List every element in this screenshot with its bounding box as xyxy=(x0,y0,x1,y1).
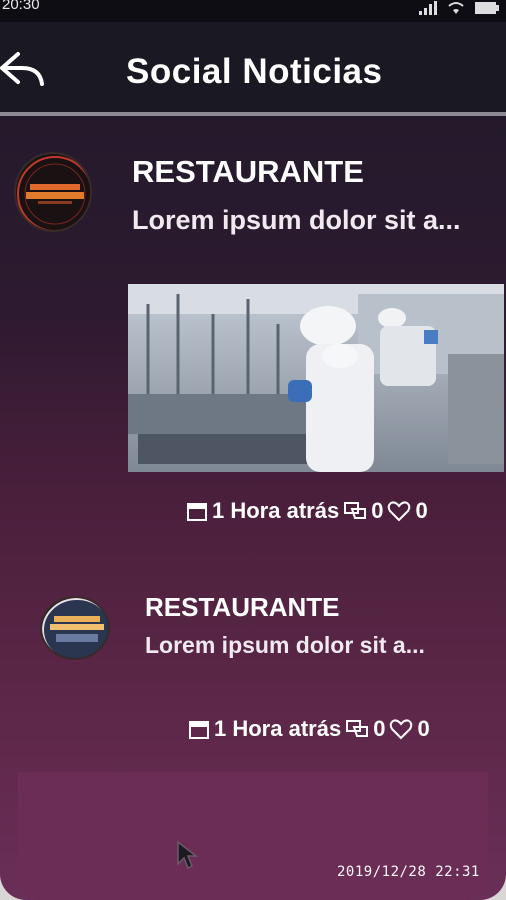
post-text: Lorem ipsum dolor sit a... xyxy=(145,632,425,658)
heart-icon[interactable] xyxy=(389,718,413,740)
heart-icon[interactable] xyxy=(387,500,411,522)
photo-timestamp: 2019/12/28 22:31 xyxy=(337,864,480,880)
calendar-icon xyxy=(187,503,207,521)
comment-icon[interactable] xyxy=(345,718,369,740)
bottom-bar xyxy=(18,772,488,900)
post-time: 1 Hora atrás xyxy=(214,716,342,741)
cursor-icon xyxy=(177,840,198,870)
factory-photo xyxy=(128,284,504,472)
avatar xyxy=(40,596,110,660)
post-time: 1 Hora atrás xyxy=(212,498,340,523)
restaurant-logo-icon xyxy=(17,156,90,230)
post-title: RESTAURANTE xyxy=(145,592,340,622)
comment-count: 0 xyxy=(371,498,384,523)
restaurant-logo-icon xyxy=(42,598,108,658)
post-card[interactable]: RESTAURANTE Lorem ipsum dolor sit a... 1… xyxy=(0,540,506,770)
comment-count: 0 xyxy=(373,716,386,741)
calendar-icon xyxy=(189,721,209,739)
post-image[interactable] xyxy=(128,284,504,472)
app-screen: 20:30 Social Noticias RESTAURANTE Lorem … xyxy=(0,0,506,900)
post-card[interactable]: RESTAURANTE Lorem ipsum dolor sit a... 1… xyxy=(0,0,506,540)
avatar xyxy=(14,152,92,232)
comment-icon[interactable] xyxy=(343,500,367,522)
post-text: Lorem ipsum dolor sit a... xyxy=(132,205,461,235)
like-count: 0 xyxy=(417,716,430,741)
post-meta: 1 Hora atrás 0 0 xyxy=(188,716,430,742)
post-meta: 1 Hora atrás 0 0 xyxy=(186,498,428,524)
like-count: 0 xyxy=(415,498,428,523)
post-title: RESTAURANTE xyxy=(132,154,364,189)
